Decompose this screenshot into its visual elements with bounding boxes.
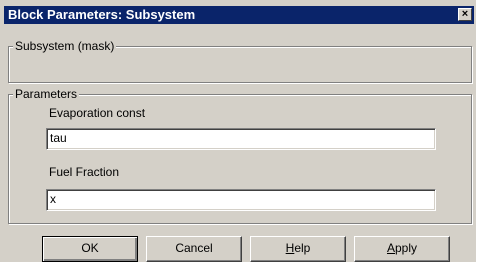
fuel-fraction-input[interactable]: x — [46, 189, 436, 211]
ok-button[interactable]: OK — [42, 236, 138, 262]
apply-button[interactable]: Apply — [354, 236, 450, 262]
evaporation-const-input[interactable]: tau — [46, 128, 436, 150]
cancel-button-label: Cancel — [175, 241, 213, 255]
parameters-group-label: Parameters — [13, 87, 80, 101]
block-parameters-dialog: Block Parameters: Subsystem × Subsystem … — [0, 0, 476, 262]
fuel-fraction-label: Fuel Fraction — [49, 165, 120, 179]
help-button-label: elp — [294, 241, 311, 255]
close-icon: × — [461, 8, 469, 20]
cancel-button[interactable]: Cancel — [146, 236, 242, 262]
evaporation-const-label: Evaporation const — [49, 106, 146, 120]
close-button[interactable]: × — [458, 8, 472, 21]
title-bar[interactable]: Block Parameters: Subsystem × — [4, 6, 474, 24]
description-group: Subsystem (mask) — [8, 39, 472, 83]
apply-button-label: pply — [395, 241, 418, 255]
help-button[interactable]: Help — [250, 236, 346, 262]
ok-button-label: OK — [81, 241, 99, 255]
apply-accelerator: A — [386, 241, 395, 255]
window-title: Block Parameters: Subsystem — [8, 7, 196, 22]
description-group-label: Subsystem (mask) — [13, 39, 117, 53]
